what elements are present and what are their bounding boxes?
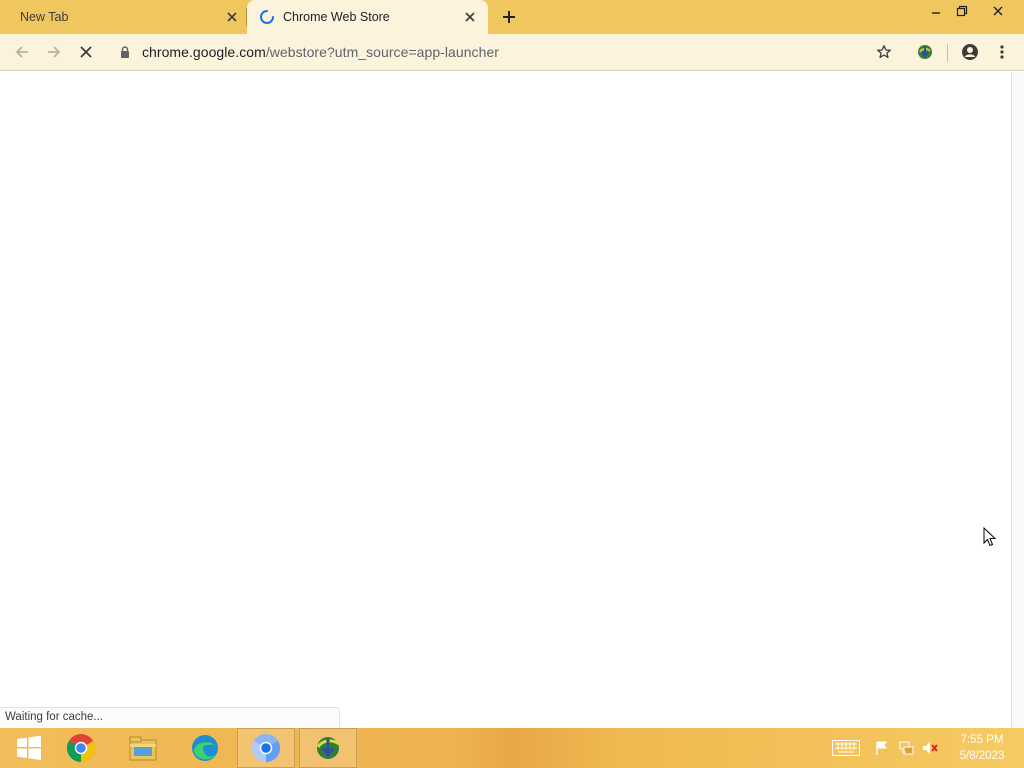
forward-button[interactable] — [44, 42, 64, 62]
url-host: chrome.google.com — [142, 44, 266, 60]
address-bar[interactable]: chrome.google.com/webstore?utm_source=ap… — [108, 38, 904, 66]
url-path: /webstore?utm_source=app-launcher — [265, 44, 499, 60]
extension-button[interactable] — [915, 42, 935, 62]
keyboard-icon — [832, 740, 860, 756]
back-button[interactable] — [12, 42, 32, 62]
edge-icon — [192, 735, 218, 761]
network-icon — [899, 741, 914, 755]
minimize-icon — [932, 12, 940, 14]
clock-time: 7:55 PM — [960, 734, 1004, 746]
bookmark-star-icon[interactable] — [876, 44, 892, 60]
start-button[interactable] — [0, 728, 58, 768]
browser-toolbar: chrome.google.com/webstore?utm_source=ap… — [0, 34, 1024, 71]
close-window-button[interactable] — [980, 0, 1016, 22]
loading-spinner-icon — [260, 10, 274, 24]
close-icon[interactable] — [462, 9, 478, 25]
file-explorer-icon — [129, 736, 157, 761]
chrome-icon — [67, 734, 95, 762]
network-tray[interactable] — [896, 738, 916, 758]
taskbar-edge[interactable] — [176, 728, 234, 768]
flag-icon — [876, 741, 888, 755]
status-bubble: Waiting for cache... — [0, 707, 340, 728]
system-clock[interactable]: 7:55 PM 5/8/2023 — [951, 732, 1013, 764]
taskbar-file-explorer[interactable] — [114, 728, 172, 768]
toolbar-divider — [947, 44, 948, 62]
vertical-scrollbar[interactable] — [1011, 72, 1024, 728]
tab-title: New Tab — [20, 10, 69, 24]
idm-extension-icon — [918, 45, 932, 59]
restore-button[interactable] — [944, 0, 980, 22]
restore-icon — [956, 5, 968, 17]
stop-x-icon — [80, 46, 92, 58]
windows-taskbar: 7:55 PM 5/8/2023 — [0, 728, 1024, 768]
taskbar-chromium[interactable] — [237, 728, 295, 768]
mouse-cursor-icon — [983, 527, 997, 547]
url-text[interactable]: chrome.google.com/webstore?utm_source=ap… — [142, 44, 499, 60]
tab-chrome-web-store[interactable]: Chrome Web Store — [247, 0, 488, 34]
menu-button[interactable] — [992, 42, 1012, 62]
stop-loading-button[interactable] — [76, 42, 96, 62]
forward-arrow-icon — [48, 46, 61, 58]
tab-strip: New Tab Chrome Web Store — [0, 0, 1024, 34]
volume-tray[interactable] — [920, 738, 940, 758]
back-arrow-icon — [15, 46, 28, 58]
close-icon[interactable] — [224, 9, 240, 25]
profile-button[interactable] — [960, 42, 980, 62]
taskbar-internet-download-manager[interactable] — [299, 728, 357, 768]
tab-new-tab[interactable]: New Tab — [0, 0, 246, 34]
page-content[interactable] — [0, 72, 1011, 728]
chromium-icon — [252, 734, 280, 762]
clock-date: 5/8/2023 — [959, 750, 1005, 762]
windows-start-icon — [17, 735, 41, 760]
kebab-menu-icon — [1000, 45, 1004, 59]
close-icon — [993, 6, 1003, 16]
action-center-tray[interactable] — [872, 738, 892, 758]
volume-muted-icon — [923, 742, 938, 754]
tab-title: Chrome Web Store — [283, 10, 390, 24]
profile-avatar-icon — [962, 44, 978, 60]
internet-download-manager-icon — [316, 737, 340, 759]
lock-icon[interactable] — [118, 45, 132, 59]
new-tab-plus-icon[interactable] — [500, 8, 518, 26]
taskbar-chrome[interactable] — [52, 728, 110, 768]
touch-keyboard-tray[interactable] — [832, 738, 860, 758]
